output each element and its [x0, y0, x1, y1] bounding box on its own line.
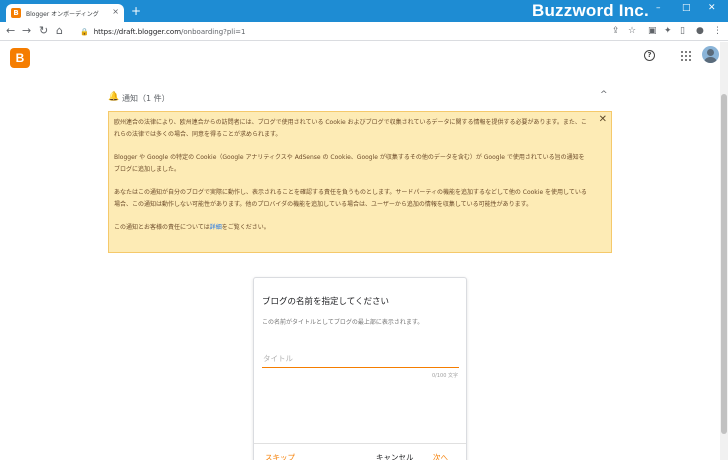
url-text[interactable]: https://draft.blogger.com/onboarding?pli… [94, 28, 246, 36]
scrollbar-thumb[interactable] [721, 94, 727, 434]
back-icon[interactable]: ← [6, 24, 15, 38]
dialog-footer-divider [254, 443, 466, 444]
character-counter: 0/100 文字 [432, 373, 458, 379]
maximize-icon[interactable]: □ [682, 3, 691, 13]
dialog-description: この名前がタイトルとしてブログの最上部に表示されます。 [262, 319, 424, 326]
cancel-button[interactable]: キャンセル [376, 452, 414, 460]
cookie-notice: ✕ 欧州連合の法律により、欧州連合からの訪問者には、ブログで使用されている Co… [108, 111, 612, 253]
profile-icon[interactable]: ● [696, 26, 704, 36]
browser-toolbar: ← → ↻ ⌂ 🔒 https://draft.blogger.com/onbo… [0, 22, 728, 41]
sidepanel-icon[interactable]: ▯ [680, 26, 685, 36]
notice-paragraph: 欧州連合の法律により、欧州連合からの訪問者には、ブログで使用されている Cook… [114, 119, 587, 138]
address-bar[interactable]: 🔒 https://draft.blogger.com/onboarding?p… [76, 24, 636, 39]
blog-title-input[interactable] [262, 350, 459, 368]
blog-name-dialog: ブログの名前を指定してください この名前がタイトルとしてブログの最上部に表示され… [253, 277, 467, 460]
menu-icon[interactable]: ⋮ [713, 26, 722, 36]
share-icon[interactable]: ⇪ [612, 26, 620, 36]
tab-title: Blogger オンボーディング [26, 10, 99, 18]
collapse-chevron-icon[interactable]: ^ [600, 90, 608, 100]
scrollbar-track[interactable] [720, 42, 728, 460]
notice-paragraph: Blogger や Google の特定の Cookie（Google アナリテ… [114, 154, 585, 173]
next-button[interactable]: 次へ [433, 452, 448, 460]
brand-watermark: Buzzword Inc. [532, 1, 649, 20]
minimize-icon[interactable]: – [656, 3, 661, 13]
account-avatar[interactable] [702, 46, 719, 63]
close-window-icon[interactable]: ✕ [708, 3, 716, 13]
blogger-favicon-icon: B [11, 8, 21, 18]
notice-paragraph: あなたはこの通知が自分のブログで実際に動作し、表示されることを確認する責任を負う… [114, 189, 587, 208]
notification-title: 通知（1 件） [122, 94, 170, 103]
reload-icon[interactable]: ↻ [39, 24, 48, 38]
browser-titlebar: B Blogger オンボーディング × + Buzzword Inc. – □… [0, 0, 728, 22]
skip-button[interactable]: スキップ [265, 452, 295, 460]
browser-tab[interactable]: B Blogger オンボーディング × [6, 4, 124, 22]
bell-icon: 🔔 [108, 92, 120, 102]
apps-grid-icon[interactable] [681, 51, 691, 61]
notice-close-icon[interactable]: ✕ [599, 115, 607, 125]
lock-icon[interactable]: 🔒 [80, 28, 89, 36]
home-icon[interactable]: ⌂ [56, 24, 63, 38]
notice-paragraph: この通知とお客様の責任については詳細をご覧ください。 [114, 224, 270, 231]
dialog-title: ブログの名前を指定してください [262, 297, 389, 307]
new-tab-button[interactable]: + [131, 4, 141, 18]
details-link[interactable]: 詳細 [210, 224, 222, 231]
extension-icon[interactable]: ▣ [648, 26, 657, 36]
blogger-logo-icon[interactable]: B [10, 48, 30, 68]
puzzle-icon[interactable]: ✦ [664, 26, 672, 36]
forward-icon[interactable]: → [22, 24, 31, 38]
tab-close-icon[interactable]: × [112, 7, 119, 16]
bookmark-star-icon[interactable]: ☆ [628, 26, 636, 36]
help-icon[interactable]: ? [644, 50, 655, 61]
